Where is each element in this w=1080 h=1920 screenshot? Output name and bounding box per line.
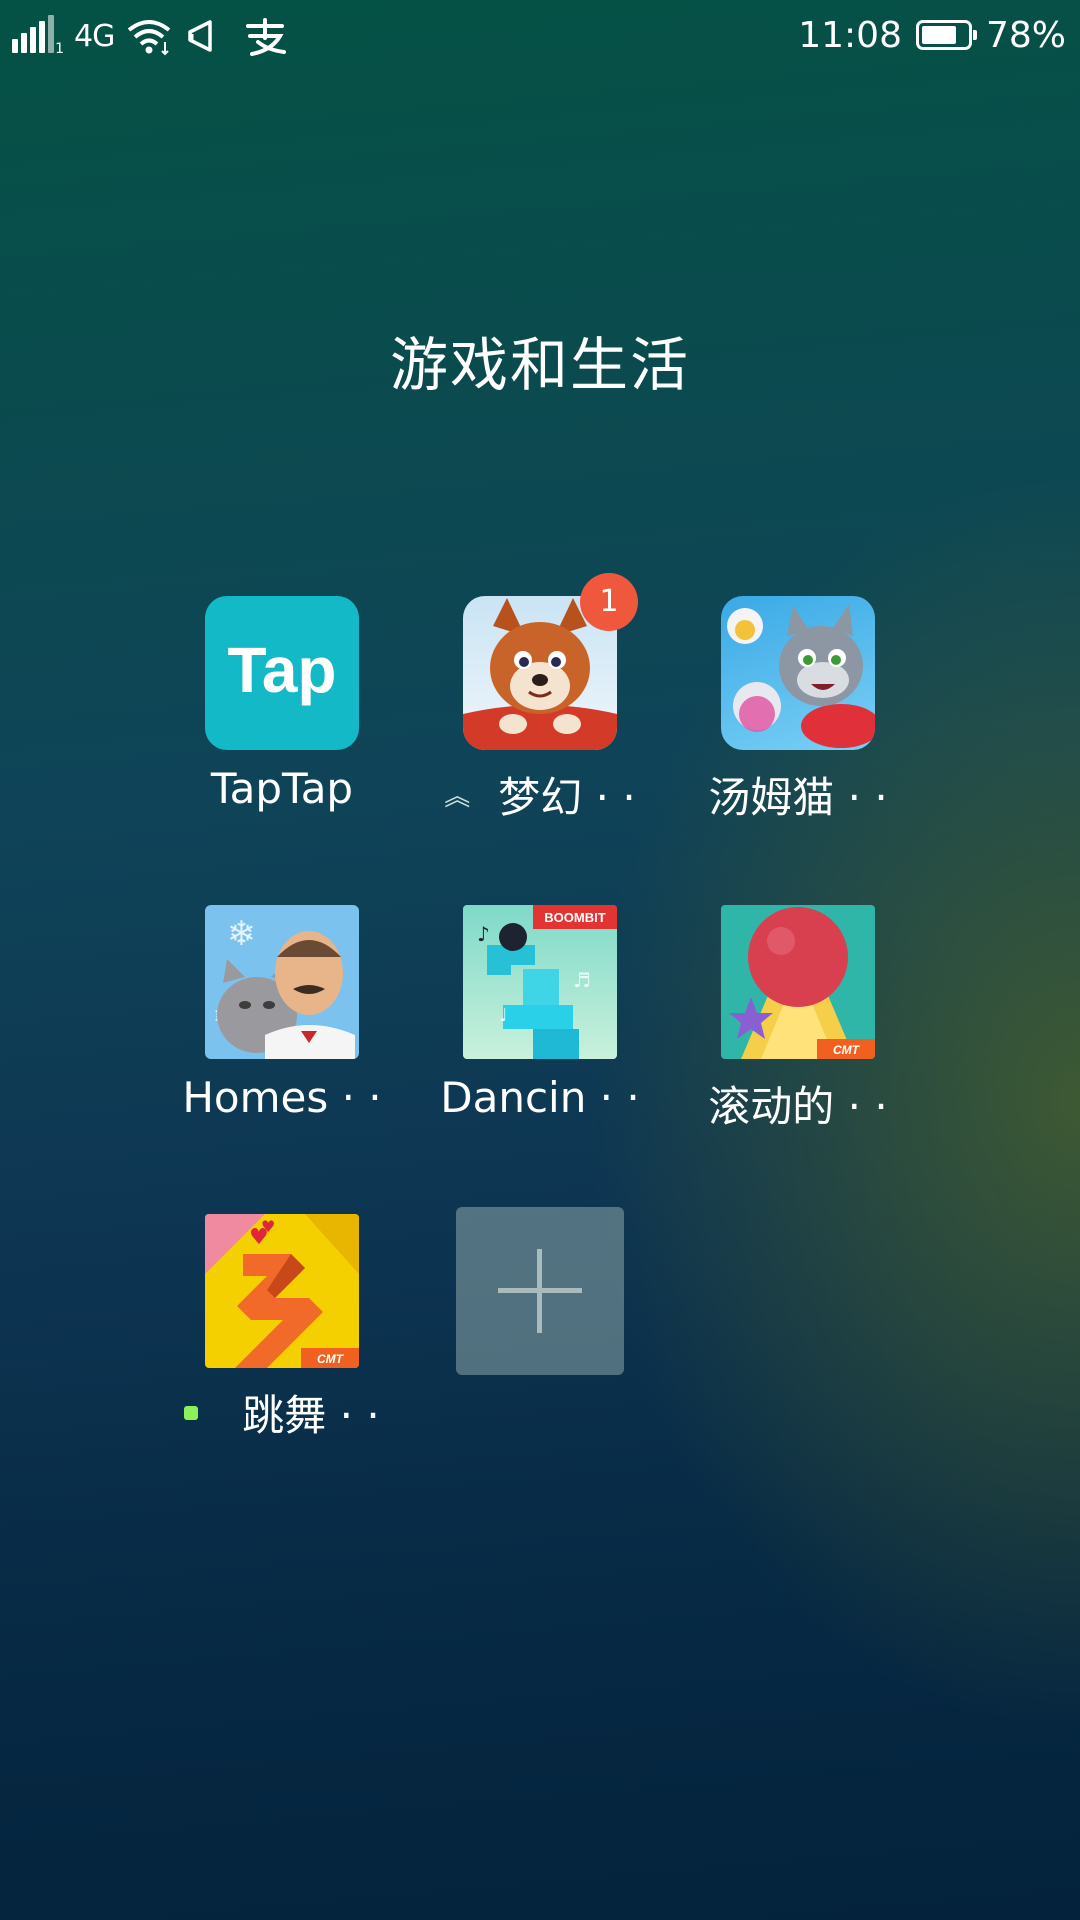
wifi-icon [128, 20, 171, 56]
battery-percent: 78% [985, 14, 1066, 56]
taptap-logo-text: Tap [227, 634, 336, 706]
notification-badge: 1 [580, 573, 638, 631]
app-dancing-ball[interactable]: BOOMBIT ♪ ♬ ♩ Dancin · · [411, 905, 669, 1135]
sim-slot-label: 1 [55, 41, 64, 57]
boombit-label: BOOMBIT [544, 910, 605, 925]
new-app-dot [184, 1405, 199, 1420]
rolling-ball-icon: CMT [721, 905, 875, 1059]
taptap-icon: Tap [205, 596, 359, 750]
app-label: ︽ 梦幻 · · [444, 773, 636, 822]
talking-tom-icon [721, 596, 875, 750]
app-rolling-ball[interactable]: CMT 滚动的 · · [669, 905, 927, 1135]
battery-fill [921, 26, 957, 44]
folder-title[interactable]: 游戏和生活 [0, 318, 1080, 402]
app-label: TapTap [210, 764, 354, 813]
app-homescapes[interactable]: ❄ ❄ Homes · · [153, 905, 411, 1135]
status-bar-left: 1 4G [12, 14, 288, 58]
signal-icon: 1 [12, 15, 64, 57]
network-type: 4G [74, 18, 115, 54]
homescapes-icon: ❄ ❄ [205, 905, 359, 1059]
dancing-ball-icon: BOOMBIT ♪ ♬ ♩ [463, 905, 617, 1059]
status-bar: 1 4G 11:08 78% [0, 0, 1080, 72]
svg-text:♥: ♥ [261, 1217, 275, 1236]
status-bar-right: 11:08 78% [798, 12, 1066, 58]
svg-text:❄: ❄ [227, 914, 256, 954]
app-label: Homes · · [182, 1073, 382, 1122]
app-label: Dancin · · [440, 1073, 640, 1122]
app-dancing-line[interactable]: ♥ ♥ CMT 跳舞 · · [153, 1214, 411, 1444]
update-arrow-icon: ︽ [444, 782, 471, 812]
alipay-icon [246, 18, 287, 56]
app-talking-tom[interactable]: 汤姆猫 · · [669, 596, 927, 826]
app-label: 汤姆猫 · · [708, 773, 888, 822]
app-label: 跳舞 · · [153, 1382, 411, 1443]
notification-sound-icon [188, 20, 213, 52]
clock: 11:08 [798, 14, 902, 56]
svg-text:♩: ♩ [499, 1005, 508, 1026]
app-label: 滚动的 · · [708, 1082, 888, 1131]
dancing-line-icon: ♥ ♥ CMT [205, 1214, 359, 1368]
svg-text:♪: ♪ [477, 922, 490, 946]
battery-icon [915, 20, 977, 50]
svg-text:♬: ♬ [573, 968, 591, 992]
cmt-label: CMT [317, 1352, 345, 1366]
app-dream-dog-game[interactable]: ︽ 梦幻 · · [411, 596, 669, 826]
cmt-label: CMT [833, 1043, 861, 1057]
app-taptap[interactable]: Tap TapTap [153, 596, 411, 826]
add-app-button[interactable] [456, 1207, 624, 1375]
